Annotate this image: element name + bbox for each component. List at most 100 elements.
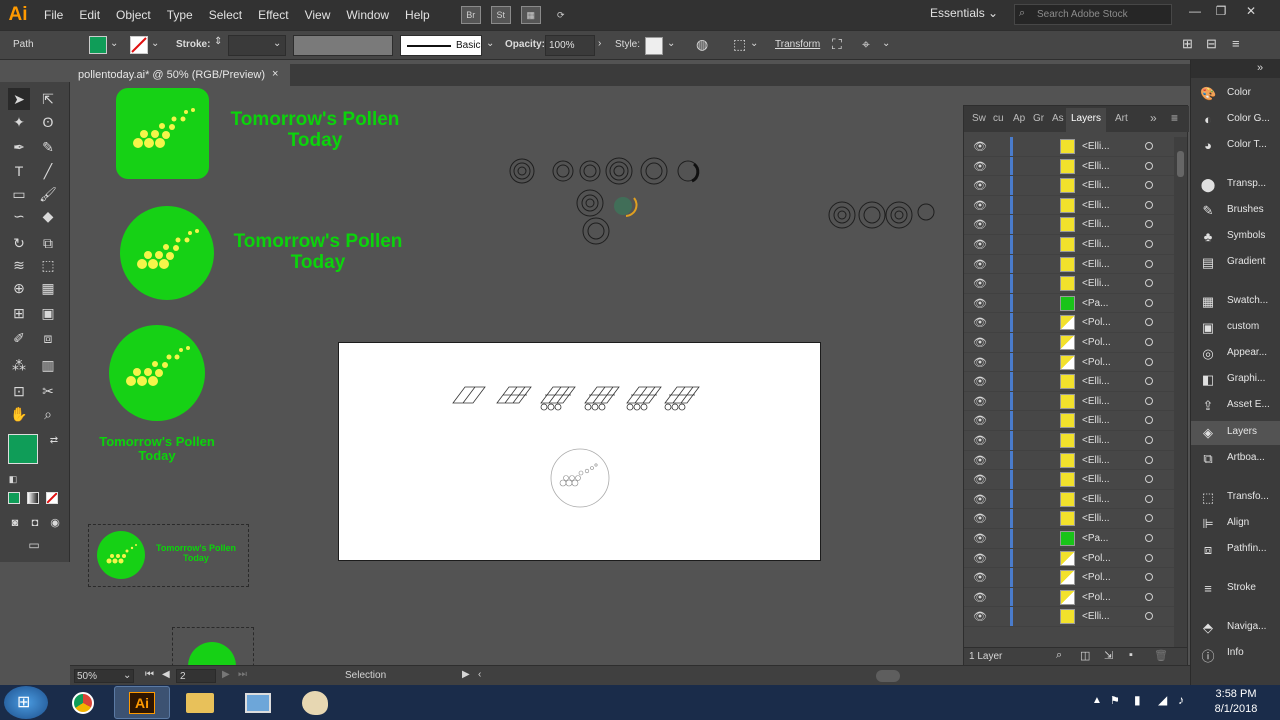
blend-tool-icon[interactable]: ⧈ <box>37 327 59 349</box>
mesh-tool-icon[interactable]: ⊞ <box>8 302 30 324</box>
visibility-eye-icon[interactable]: 👁 <box>973 218 987 231</box>
layer-row[interactable]: 👁 <Pol... <box>964 352 1174 373</box>
construction-circles-group-2[interactable] <box>826 200 936 234</box>
wifi-icon[interactable]: ◢ <box>1158 693 1167 707</box>
scroll-left-icon[interactable]: ‹ <box>478 669 481 680</box>
dock-item-align[interactable]: ⊫ Align <box>1191 512 1280 536</box>
shaper-tool-icon[interactable]: ∽ <box>8 205 30 227</box>
transform-panel-icon[interactable]: ⊟ <box>1206 36 1217 52</box>
dock-item-asset-export[interactable]: ⇪ Asset E... <box>1191 394 1280 418</box>
default-colors-icon[interactable]: ◧ <box>2 468 24 490</box>
graphic-style-swatch[interactable] <box>645 37 663 55</box>
construction-circles-group[interactable] <box>506 152 706 248</box>
visibility-eye-icon[interactable]: 👁 <box>973 532 987 545</box>
chevron-down-icon[interactable]: ⌄ <box>667 38 675 49</box>
layer-row[interactable]: 👁 <Pol... <box>964 548 1174 569</box>
layer-row[interactable]: 👁 <Elli... <box>964 274 1174 294</box>
collapse-dock-icon[interactable]: » <box>1257 62 1263 74</box>
target-circle-icon[interactable] <box>1145 592 1153 601</box>
gradient-mode-icon[interactable] <box>27 492 39 504</box>
chevron-right-icon[interactable]: › <box>598 38 601 49</box>
target-circle-icon[interactable] <box>1145 200 1153 209</box>
layer-row[interactable]: 👁 <Pol... <box>964 333 1174 353</box>
target-circle-icon[interactable] <box>1145 475 1153 484</box>
target-circle-icon[interactable] <box>1145 181 1153 190</box>
swap-fill-stroke-icon[interactable]: ⇄ <box>43 430 65 452</box>
minimize-icon[interactable]: — <box>1184 4 1206 22</box>
layers-scrollbar-thumb[interactable] <box>1177 151 1184 177</box>
perspective-grid-tool-icon[interactable]: ▦ <box>37 277 59 299</box>
screen-mode-icon[interactable]: ▭ <box>23 534 45 556</box>
slice-tool-icon[interactable]: ✂ <box>37 380 59 402</box>
target-circle-icon[interactable] <box>1145 494 1153 503</box>
selection-tool-icon[interactable]: ➤ <box>8 88 30 110</box>
explorer-taskbar-button[interactable] <box>172 686 228 719</box>
menu-object[interactable]: Object <box>108 0 159 30</box>
visibility-eye-icon[interactable]: 👁 <box>973 473 987 486</box>
artboard-number-input[interactable]: 2 <box>176 669 216 683</box>
visibility-eye-icon[interactable]: 👁 <box>973 160 987 173</box>
gpu-performance-icon[interactable]: ⟳ <box>551 6 571 24</box>
grid-sketch-group[interactable] <box>449 383 701 413</box>
dock-item-color[interactable]: 🎨 Color <box>1191 82 1280 106</box>
dock-item-swatches[interactable]: ▦ Swatch... <box>1191 290 1280 314</box>
target-circle-icon[interactable] <box>1145 553 1153 562</box>
delete-layer-icon[interactable]: 🗑 <box>1154 649 1168 662</box>
close-window-icon[interactable]: ✕ <box>1240 4 1262 22</box>
dock-item-transparency[interactable]: ⬤ Transp... <box>1191 173 1280 197</box>
gradient-tool-icon[interactable]: ▣ <box>37 302 59 324</box>
direct-selection-tool-icon[interactable]: ⇱ <box>37 88 59 110</box>
panel-menu-icon[interactable]: ≡ <box>1232 36 1240 51</box>
layer-row[interactable]: 👁 <Elli... <box>964 509 1174 529</box>
pen-tool-icon[interactable]: ✒ <box>8 136 30 158</box>
target-circle-icon[interactable] <box>1145 416 1153 425</box>
visibility-eye-icon[interactable]: 👁 <box>973 375 987 388</box>
visibility-eye-icon[interactable]: 👁 <box>973 454 987 467</box>
target-circle-icon[interactable] <box>1145 240 1153 248</box>
tab-swatches[interactable]: Sw <box>972 113 986 124</box>
visibility-eye-icon[interactable]: 👁 <box>973 179 987 192</box>
none-mode-icon[interactable] <box>46 492 58 504</box>
target-circle-icon[interactable] <box>1145 161 1153 170</box>
layer-row[interactable]: 👁 <Pol... <box>964 587 1174 608</box>
dock-item-appearance[interactable]: ◎ Appear... <box>1191 342 1280 366</box>
layer-row[interactable]: 👁 <Elli... <box>964 254 1174 275</box>
menu-view[interactable]: View <box>297 0 339 30</box>
visibility-eye-icon[interactable]: 👁 <box>973 493 987 506</box>
layer-row[interactable]: 👁 <Elli... <box>964 450 1174 471</box>
target-circle-icon[interactable] <box>1145 396 1153 405</box>
artboard[interactable] <box>338 342 821 561</box>
chevron-down-icon[interactable]: ⌄ <box>750 38 758 49</box>
layer-row[interactable]: 👁 <Elli... <box>964 156 1174 177</box>
network-icon[interactable]: ▮ <box>1134 693 1141 707</box>
dock-item-gradient[interactable]: ▤ Gradient <box>1191 251 1280 275</box>
puppet-warp-icon[interactable]: ⌖ <box>862 36 870 53</box>
transform-link[interactable]: Transform <box>775 39 820 50</box>
visibility-eye-icon[interactable]: 👁 <box>973 238 987 251</box>
more-tabs-icon[interactable]: » <box>1150 111 1157 125</box>
target-circle-icon[interactable] <box>1145 338 1153 346</box>
layer-row[interactable]: 👁 <Elli... <box>964 195 1174 216</box>
menu-edit[interactable]: Edit <box>71 0 108 30</box>
target-circle-icon[interactable] <box>1145 455 1153 464</box>
zoom-tool-icon[interactable]: ⌕ <box>37 403 59 425</box>
eyedropper-tool-icon[interactable]: ✐ <box>8 327 30 349</box>
lasso-tool-icon[interactable]: ʘ <box>37 111 59 133</box>
layer-row[interactable]: 👁 <Pa... <box>964 293 1174 314</box>
close-tab-icon[interactable]: × <box>272 68 278 80</box>
show-hidden-icons-icon[interactable]: ▲ <box>1092 695 1102 706</box>
last-artboard-icon[interactable]: ⏭ <box>238 669 247 680</box>
layer-row[interactable]: 👁 <Elli... <box>964 176 1174 196</box>
horizontal-scrollbar-thumb[interactable] <box>876 670 900 682</box>
draw-normal-icon[interactable]: ◙ <box>4 512 26 534</box>
target-circle-icon[interactable] <box>1145 534 1153 542</box>
visibility-eye-icon[interactable]: 👁 <box>973 336 987 349</box>
isolate-icon[interactable]: ⛶ <box>832 36 842 53</box>
menu-effect[interactable]: Effect <box>250 0 296 30</box>
stock-search-input[interactable]: Search Adobe Stock <box>1014 4 1172 25</box>
rotate-tool-icon[interactable]: ↻ <box>8 232 30 254</box>
new-layer-icon[interactable]: ▪ <box>1129 649 1133 661</box>
width-tool-icon[interactable]: ≋ <box>8 254 30 276</box>
visibility-eye-icon[interactable]: 👁 <box>973 512 987 525</box>
dock-item-brushes[interactable]: ✎ Brushes <box>1191 199 1280 223</box>
